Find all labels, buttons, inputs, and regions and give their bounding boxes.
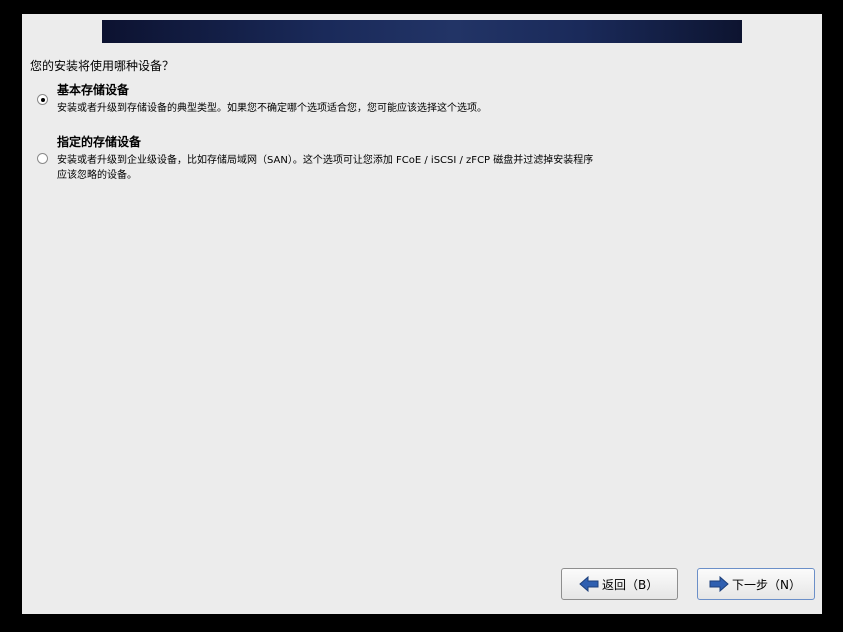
basic-storage-radio[interactable] bbox=[37, 94, 48, 105]
specialized-storage-desc-line-1: 安装或者升级到企业级设备，比如存储局域网（SAN）。这个选项可让您添加 FCoE… bbox=[57, 155, 594, 166]
back-button[interactable]: 返回（B） bbox=[561, 568, 678, 600]
basic-storage-title[interactable]: 基本存储设备 bbox=[57, 83, 129, 98]
device-question: 您的安装将使用哪种设备？ bbox=[30, 59, 175, 73]
specialized-storage-description: 安装或者升级到企业级设备，比如存储局域网（SAN）。这个选项可让您添加 FCoE… bbox=[57, 153, 593, 183]
next-button-label: 下一步（N） bbox=[732, 577, 801, 592]
specialized-storage-desc-line-2: 应该忽略的设备。 bbox=[57, 170, 137, 181]
next-button[interactable]: 下一步（N） bbox=[697, 568, 815, 600]
header-banner bbox=[102, 20, 742, 43]
specialized-storage-title[interactable]: 指定的存储设备 bbox=[57, 135, 141, 150]
back-button-label: 返回（B） bbox=[602, 577, 659, 592]
basic-storage-desc-line: 安装或者升级到存储设备的典型类型。如果您不确定哪个选项适合您，您可能应该选择这个… bbox=[57, 103, 487, 114]
installer-window: 您的安装将使用哪种设备？ 基本存储设备 安装或者升级到存储设备的典型类型。如果您… bbox=[22, 14, 822, 614]
radio-selected-dot bbox=[40, 97, 45, 102]
specialized-storage-radio[interactable] bbox=[37, 153, 48, 164]
next-arrow-icon bbox=[709, 576, 729, 592]
basic-storage-description: 安装或者升级到存储设备的典型类型。如果您不确定哪个选项适合您，您可能应该选择这个… bbox=[57, 101, 487, 116]
back-arrow-icon bbox=[579, 576, 599, 592]
